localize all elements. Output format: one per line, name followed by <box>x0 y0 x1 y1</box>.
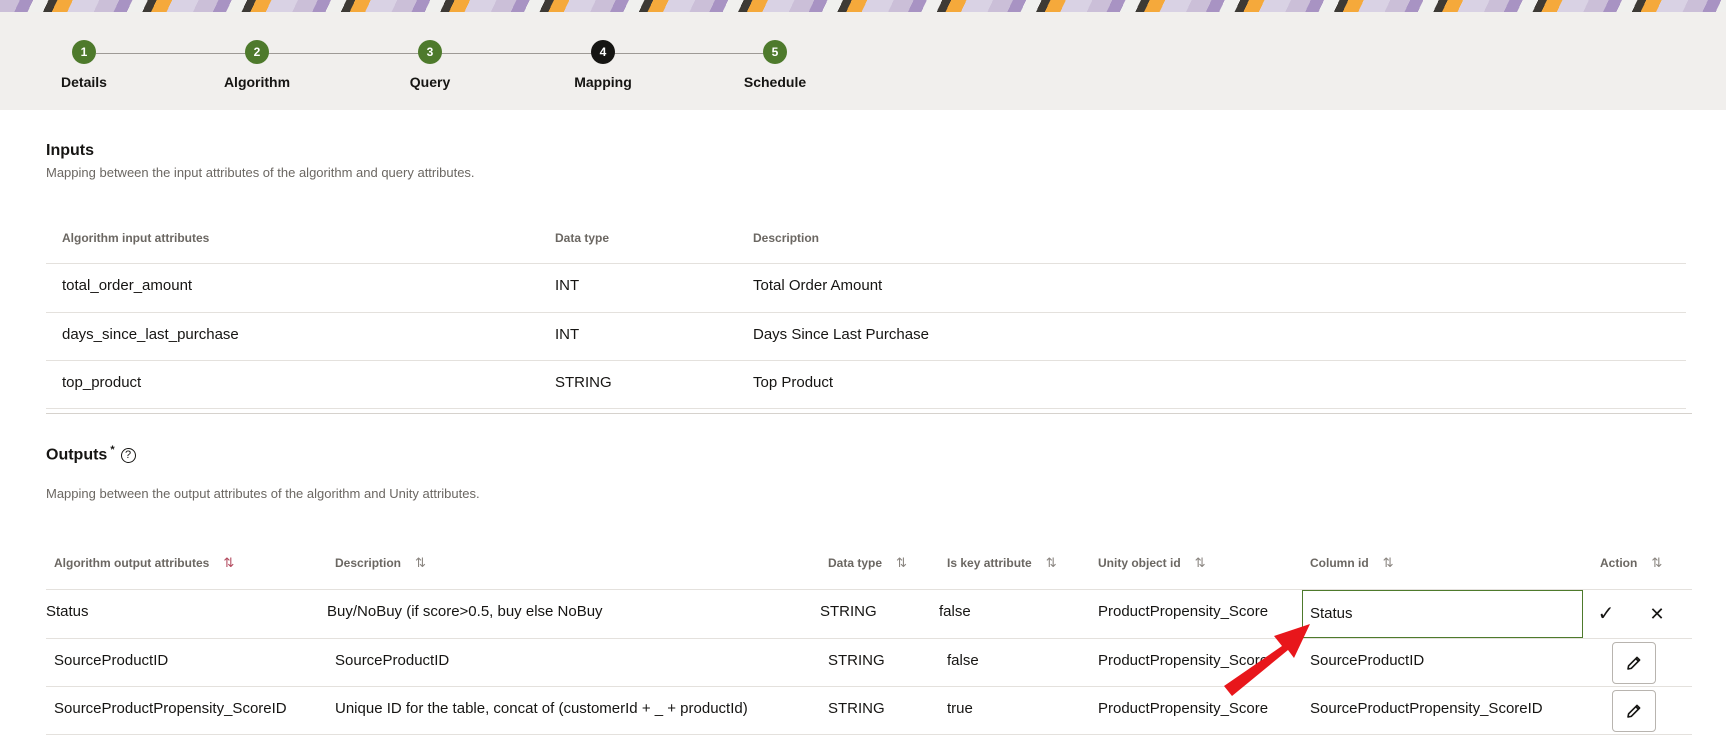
table-cell: true <box>947 700 973 717</box>
pencil-icon <box>1627 704 1641 718</box>
inputs-description: Mapping between the input attributes of … <box>46 165 475 180</box>
step-label: Mapping <box>574 74 632 90</box>
table-cell: SourceProductID <box>54 652 169 669</box>
table-cell: Top Product <box>753 374 834 391</box>
header-label: Action <box>1600 556 1638 570</box>
step-number: 5 <box>763 40 787 64</box>
header-label: Algorithm output attributes <box>54 556 210 570</box>
column-header: Algorithm input attributes <box>62 231 210 245</box>
table-cell: INT <box>555 326 580 343</box>
row-divider <box>46 360 1686 361</box>
step-label: Query <box>409 74 451 90</box>
header-label: Data type <box>828 556 883 570</box>
step-algorithm[interactable]: 2 Algorithm <box>187 40 327 90</box>
edit-button[interactable] <box>1612 642 1656 684</box>
section-divider <box>46 413 1692 414</box>
header-label: Column id <box>1310 556 1369 570</box>
sort-icon[interactable]: ⇅ <box>415 555 426 570</box>
table-cell: STRING <box>820 603 877 620</box>
column-header-sortable[interactable]: Column id ⇅ <box>1310 555 1394 571</box>
edit-button[interactable] <box>1612 690 1656 732</box>
step-mapping[interactable]: 4 Mapping <box>533 40 673 90</box>
table-cell: total_order_amount <box>62 277 193 294</box>
column-header-sortable[interactable]: Is key attribute ⇅ <box>947 555 1057 571</box>
cancel-icon[interactable]: ✕ <box>1645 604 1669 624</box>
column-header-sortable[interactable]: Algorithm output attributes ⇅ <box>54 555 234 571</box>
header-label: Unity object id <box>1098 556 1181 570</box>
decorative-banner <box>0 0 1726 12</box>
sort-icon[interactable]: ⇅ <box>1383 555 1394 570</box>
sort-icon[interactable]: ⇅ <box>1195 555 1206 570</box>
table-cell: INT <box>555 277 580 294</box>
table-cell: Buy/NoBuy (if score>0.5, buy else NoBuy <box>327 603 603 620</box>
sort-icon[interactable]: ⇅ <box>223 555 234 570</box>
sort-icon[interactable]: ⇅ <box>896 555 907 570</box>
header-label: Is key attribute <box>947 556 1032 570</box>
step-number: 3 <box>418 40 442 64</box>
help-icon[interactable]: ? <box>120 447 136 463</box>
step-details[interactable]: 1 Details <box>14 40 154 90</box>
column-header: Description <box>753 231 820 245</box>
table-cell: Total Order Amount <box>753 277 883 294</box>
step-label: Schedule <box>743 74 807 90</box>
table-cell: STRING <box>828 700 885 717</box>
table-cell: Days Since Last Purchase <box>753 326 929 343</box>
row-divider <box>46 734 1692 735</box>
annotation-arrow-icon <box>1224 624 1310 696</box>
column-header-sortable[interactable]: Description ⇅ <box>335 555 426 571</box>
row-divider <box>46 312 1686 313</box>
column-id-input[interactable]: Status <box>1302 590 1583 638</box>
pencil-icon <box>1627 656 1641 670</box>
table-cell: SourceProductID <box>335 652 450 669</box>
required-marker: * <box>110 444 115 456</box>
row-divider <box>46 686 1692 687</box>
wizard-stepper: 1 Details 2 Algorithm 3 Query 4 Mapping … <box>0 12 1726 110</box>
table-cell: Unique ID for the table, concat of (cust… <box>335 700 748 717</box>
step-label: Algorithm <box>223 74 291 90</box>
column-header-sortable[interactable]: Data type ⇅ <box>828 555 907 571</box>
outputs-title: Outputs *? <box>46 444 136 464</box>
header-label: Description <box>335 556 402 570</box>
table-cell: STRING <box>828 652 885 669</box>
step-number: 4 <box>591 40 615 64</box>
column-header-sortable[interactable]: Action ⇅ <box>1600 555 1662 571</box>
table-cell: false <box>947 652 979 669</box>
table-cell: Status <box>46 603 89 620</box>
confirm-icon[interactable]: ✓ <box>1594 604 1618 624</box>
row-divider <box>46 408 1686 409</box>
table-cell: STRING <box>555 374 612 391</box>
sort-icon[interactable]: ⇅ <box>1651 555 1662 570</box>
sort-icon[interactable]: ⇅ <box>1046 555 1057 570</box>
step-label: Details <box>61 74 107 90</box>
outputs-title-text: Outputs <box>46 446 108 464</box>
outputs-description: Mapping between the output attributes of… <box>46 486 480 501</box>
table-cell: SourceProductPropensity_ScoreID <box>1310 700 1543 717</box>
table-cell: days_since_last_purchase <box>62 326 239 343</box>
column-header-sortable[interactable]: Unity object id ⇅ <box>1098 555 1206 571</box>
column-header: Data type <box>555 231 610 245</box>
table-cell: false <box>939 603 971 620</box>
step-query[interactable]: 3 Query <box>360 40 500 90</box>
row-divider <box>46 638 1692 639</box>
row-divider <box>46 263 1686 264</box>
step-number: 1 <box>72 40 96 64</box>
step-number: 2 <box>245 40 269 64</box>
table-cell: SourceProductPropensity_ScoreID <box>54 700 287 717</box>
inputs-title: Inputs <box>46 142 94 159</box>
step-schedule[interactable]: 5 Schedule <box>705 40 845 90</box>
table-cell: top_product <box>62 374 142 391</box>
